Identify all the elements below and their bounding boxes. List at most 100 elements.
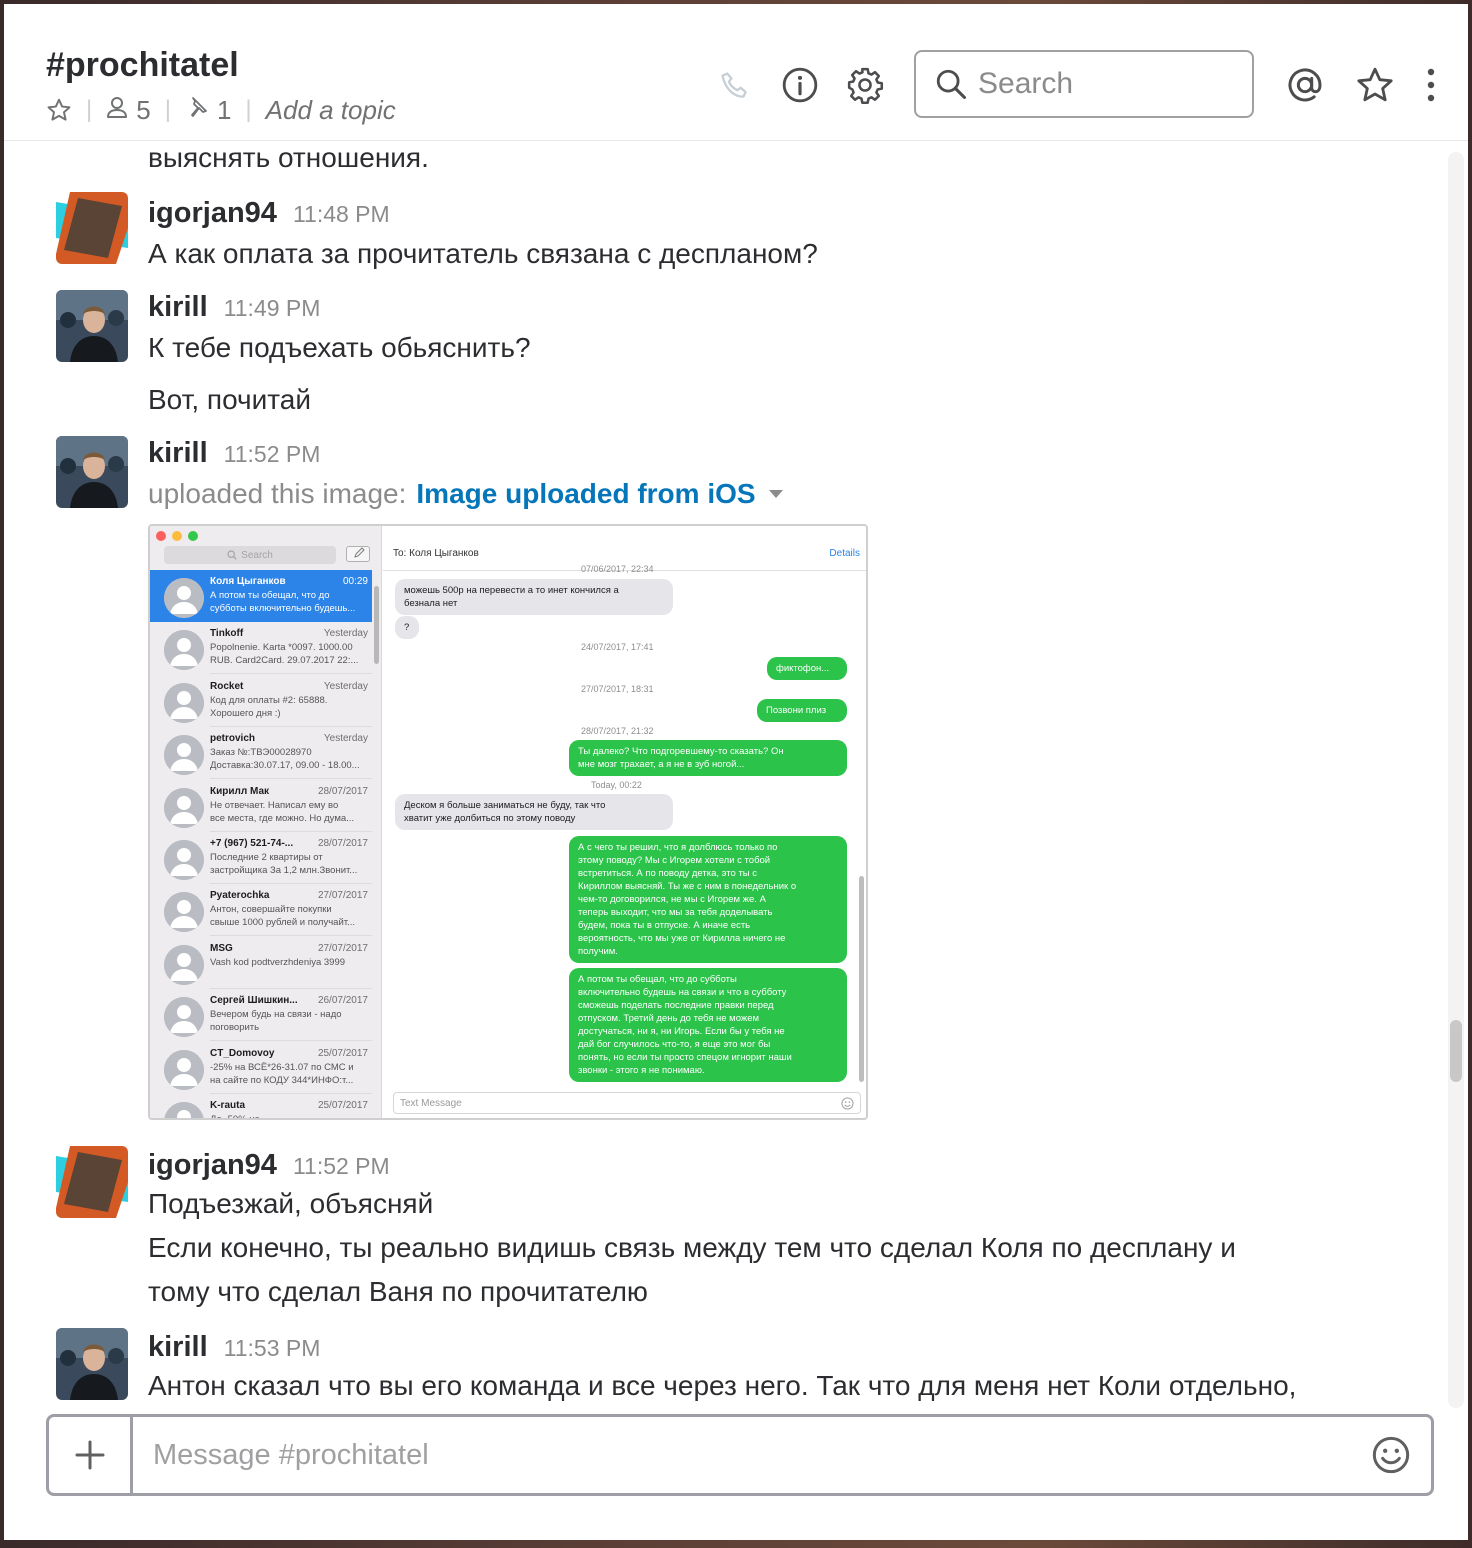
members-count: 5 (136, 94, 151, 125)
contact-name: +7 (967) 521-74-... (210, 838, 294, 849)
chat-pane: To: Коля Цыганков Details 07/06/2017, 22… (383, 526, 866, 1118)
message-header: kirill 11:52 PM (148, 437, 320, 470)
message-header: igorjan94 11:48 PM (148, 197, 390, 230)
attach-button[interactable] (49, 1417, 133, 1493)
search-input: Search (164, 546, 336, 564)
message-text: тому что сделал Ваня по прочитателю (148, 1276, 648, 1307)
chat-scrollbar (859, 876, 864, 1082)
timestamp[interactable]: 11:49 PM (224, 295, 321, 322)
conversation-preview: Последние 2 квартиры от застройщика За 1… (210, 852, 358, 876)
recipient: To: Коля Цыганков (393, 548, 479, 559)
channel-meta: | 5 | 1 | Add a topic (46, 94, 396, 126)
conversation-preview: А потом ты обещал, что до субботы включи… (210, 590, 356, 614)
caret-down-icon[interactable] (768, 489, 784, 499)
conversation-preview: -25% на ВСЁ*26-31.07 по СМС и на сайте п… (210, 1061, 354, 1086)
compose-icon (346, 546, 370, 562)
conversation-item: Pyaterochka 27/07/2017 Антон, совершайте п… (150, 884, 372, 937)
author-name[interactable]: igorjan94 (148, 1149, 277, 1182)
timestamp[interactable]: 11:52 PM (224, 441, 321, 468)
author-name[interactable]: kirill (148, 437, 208, 470)
message-text: выяснять отношения. (148, 142, 429, 173)
message-scrollbar[interactable] (1448, 152, 1464, 1408)
message-text: Если конечно, ты реально видишь связь ме… (148, 1232, 1236, 1263)
scrollbar-thumb[interactable] (1450, 1020, 1462, 1082)
message-header: kirill 11:49 PM (148, 291, 320, 324)
info-icon[interactable] (779, 64, 821, 106)
conversation-preview: Заказ №:ТВЭ00028970 Доставка:30.07.17, 0… (210, 747, 360, 772)
text-message-placeholder: Text Message (400, 1097, 462, 1109)
incoming-bubble: ? (395, 616, 419, 639)
star-icon[interactable] (46, 97, 72, 123)
search-icon (934, 67, 968, 101)
chat-timestamp: 28/07/2017, 21:32 (581, 726, 654, 736)
search-icon (227, 550, 237, 560)
sidebar-scrollbar (374, 586, 379, 664)
conversation-date: Yesterday (323, 733, 368, 745)
conversation-item: K-rauta 25/07/2017 До -50% на (150, 1094, 372, 1120)
contact-avatar (164, 787, 204, 828)
contact-name: Сергей Шишкин... (210, 995, 298, 1007)
plus-icon (75, 1440, 105, 1470)
members-button[interactable]: 5 (106, 94, 151, 126)
mentions-icon[interactable] (1284, 64, 1326, 106)
gear-icon[interactable] (844, 64, 886, 106)
timestamp[interactable]: 11:53 PM (224, 1335, 321, 1362)
contact-name: petrovich (210, 733, 256, 745)
file-link[interactable]: Image uploaded from iOS (416, 478, 755, 510)
author-name[interactable]: kirill (148, 1331, 208, 1364)
message-text: Подъезжай, объясняй (148, 1188, 434, 1219)
pins-count: 1 (216, 94, 232, 125)
contact-name: K-rauta (210, 1100, 246, 1111)
channel-title[interactable]: #prochitatel (46, 46, 239, 85)
pin-icon (185, 95, 209, 126)
contact-name: Rocket (210, 680, 244, 692)
contact-avatar (164, 682, 204, 723)
text-message-input: Text Message (393, 1092, 861, 1114)
conversation-preview: Антон, совершайте покупки свыше 1000 руб… (210, 904, 355, 929)
avatar[interactable] (56, 436, 128, 508)
conversation-preview: До -50% на (210, 1114, 260, 1120)
author-name[interactable]: kirill (148, 291, 208, 324)
starred-items-icon[interactable] (1354, 64, 1396, 106)
message-text: А как оплата за прочитатель связана с де… (148, 238, 818, 269)
uploaded-image[interactable]: Search Коля Цыганков 00:29 А потом ты обещ… (148, 524, 868, 1120)
chat-timestamp: 07/06/2017, 22:34 (581, 564, 654, 574)
conversation-date: 27/07/2017 (317, 890, 368, 902)
avatar[interactable] (56, 290, 128, 362)
conversation-date: Yesterday (323, 680, 368, 692)
pins-button[interactable]: 1 (185, 95, 231, 126)
conversation-date: 26/07/2017 (317, 995, 368, 1007)
conversation-item: MSG 27/07/2017 Vash kod podtverzhdeniya 39… (150, 937, 372, 989)
author-name[interactable]: igorjan94 (148, 197, 277, 230)
meta-separator: | (86, 96, 93, 123)
conversation-item: Rocket Yesterday Код для оплаты #2: 65888.… (150, 675, 372, 727)
conversation-date: 27/07/2017 (317, 942, 368, 954)
message-text: Вот, почитай (148, 384, 311, 415)
conversation-item: Коля Цыганков 00:29 А потом ты обещал, что… (150, 570, 372, 622)
message-input[interactable] (153, 1435, 1333, 1475)
avatar[interactable] (56, 192, 128, 264)
conversation-preview: Не отвечает. Написал ему во все места, г… (210, 799, 355, 824)
timestamp[interactable]: 11:52 PM (293, 1153, 390, 1180)
slack-window: #prochitatel | 5 | 1 | Add a topic Searc… (4, 4, 1468, 1540)
message-text: Антон сказал что вы его команда и все че… (148, 1370, 1297, 1401)
search-input[interactable] (978, 67, 1238, 101)
contact-avatar (164, 1102, 204, 1118)
contact-avatar (164, 735, 204, 776)
conversation-item: Tinkoff Yesterday Popolnenie. Karta *0097.… (150, 622, 372, 675)
outgoing-bubble: А потом ты обещал, что до субботы включи… (569, 968, 847, 1082)
conversation-date: 25/07/2017 (317, 1047, 368, 1059)
conversation-preview: Vash kod podtverzhdeniya 3999 (210, 956, 346, 968)
timestamp[interactable]: 11:48 PM (293, 201, 390, 228)
search-field[interactable] (914, 50, 1254, 118)
avatar[interactable] (56, 1328, 128, 1400)
more-options-icon[interactable] (1416, 64, 1446, 106)
zoom-dot (188, 531, 198, 541)
chat-timestamp: Today, 00:22 (591, 780, 642, 790)
member-icon (106, 95, 128, 126)
avatar[interactable] (56, 1146, 128, 1218)
add-topic-link[interactable]: Add a topic (266, 95, 396, 126)
phone-icon[interactable] (714, 66, 756, 108)
emoji-icon[interactable] (1371, 1435, 1411, 1475)
outgoing-bubble: фиктофон... (767, 657, 847, 680)
